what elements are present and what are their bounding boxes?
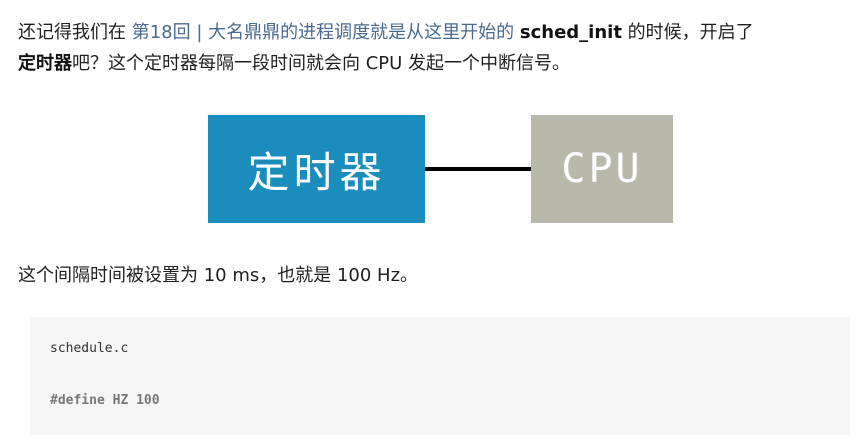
intro-prefix-text: 还记得我们在 [18,22,132,43]
code-filename: schedule.c [50,341,129,356]
intro-suffix-text: 的时候，开启了 [621,22,754,43]
timer-box: 定时器 [208,115,425,223]
paragraph-interval: 这个间隔时间被设置为 10 ms，也就是 100 Hz。 [18,265,419,286]
cpu-box-label: CPU [561,146,643,192]
timer-box-label: 定时器 [247,147,386,197]
timer-term-bold: 定时器 [18,53,72,74]
sched-init-bold: sched_init [519,22,622,43]
paragraph-intro-line2: 定时器吧？这个定时器每隔一段时间就会向 CPU 发起一个中断信号。 [18,47,570,80]
intro-line2-text: 吧？这个定时器每隔一段时间就会向 CPU 发起一个中断信号。 [72,53,571,74]
code-block: schedule.c #define HZ 100 [30,317,850,435]
connector-line [425,167,531,171]
chapter-18-link[interactable]: 第18回 | 大名鼎鼎的进程调度就是从这里开始的 [132,22,514,43]
paragraph-intro-line1: 还记得我们在 第18回 | 大名鼎鼎的进程调度就是从这里开始的 sched_in… [18,16,754,49]
cpu-box: CPU [531,115,673,223]
code-line: #define HZ 100 [50,393,160,408]
